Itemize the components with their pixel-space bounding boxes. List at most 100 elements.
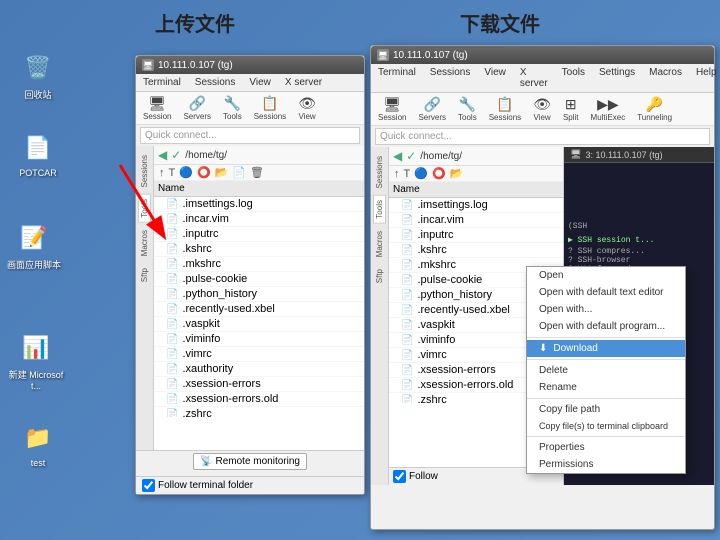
dl-tab-macros[interactable]: Macros [373, 226, 386, 262]
context-open[interactable]: Open [527, 267, 685, 284]
upload-quick-connect[interactable]: Quick connect... [140, 127, 360, 144]
upload-stb-icon2[interactable]: T [168, 167, 177, 179]
dl-stb-5[interactable]: 📂 [449, 167, 465, 180]
upload-tab-tools[interactable]: Tools [138, 194, 151, 223]
list-item[interactable]: 📄.inputrc [154, 227, 364, 242]
file-icon: 📄 [166, 394, 178, 405]
list-item[interactable]: 📄.vaspkit [154, 317, 364, 332]
file-icon: 📄 [166, 229, 178, 240]
upload-tab-sessions[interactable]: Sessions [138, 150, 151, 192]
list-item[interactable]: 📄.mkshrc [154, 257, 364, 272]
upload-tb-session[interactable]: 🖥Session [140, 94, 174, 122]
upload-stb-icon7[interactable]: 🗑 [249, 166, 265, 179]
dl-menu-xserver[interactable]: X server [517, 66, 551, 90]
dl-tb-session[interactable]: 🖥Session [375, 95, 409, 123]
upload-tb-servers[interactable]: 🔗Servers [180, 94, 214, 122]
dl-menu-macros[interactable]: Macros [646, 66, 685, 90]
download-follow-input[interactable] [393, 470, 406, 483]
context-divider-4 [527, 436, 685, 437]
dl-tb-tools[interactable]: 🔧Tools [455, 95, 480, 123]
upload-menu-sessions[interactable]: Sessions [192, 76, 239, 89]
dl-tb-sessions[interactable]: 📋Sessions [486, 95, 524, 123]
upload-tab-macros[interactable]: Macros [138, 225, 151, 261]
dl-tb-multiexec[interactable]: ▶▶MultiExec [588, 95, 629, 123]
desktop-icon-test[interactable]: 📁 test [8, 420, 68, 468]
dl-stb-4[interactable]: ⭕ [431, 167, 447, 180]
upload-tb-tools[interactable]: 🔧Tools [220, 94, 245, 122]
list-item[interactable]: 📄.zshrc [154, 407, 364, 417]
upload-menu-xserver[interactable]: X server [282, 76, 325, 89]
upload-stb-icon1[interactable]: ↑ [158, 167, 166, 179]
context-properties[interactable]: Properties [527, 439, 685, 456]
dl-tab-sessions[interactable]: Sessions [373, 151, 386, 193]
dl-tb-servers[interactable]: 🔗Servers [415, 95, 449, 123]
list-item[interactable]: 📄.pulse-cookie [154, 272, 364, 287]
dl-tab-tools[interactable]: Tools [373, 195, 386, 224]
list-item[interactable]: 📄.recently-used.xbel [154, 302, 364, 317]
dl-tb-view[interactable]: 👁View [530, 95, 554, 123]
upload-tab-sftp[interactable]: Sftp [138, 263, 151, 287]
list-item[interactable]: 📄.inputrc [389, 228, 563, 243]
dl-stb-3[interactable]: 🔵 [413, 167, 429, 180]
upload-follow-label: Follow terminal folder [158, 480, 253, 491]
context-open-default[interactable]: Open with default program... [527, 318, 685, 335]
dl-menu-terminal[interactable]: Terminal [375, 66, 419, 90]
desktop-icon-ppt[interactable]: 📊 新建 Microsoft... [6, 330, 66, 391]
list-item[interactable]: 📄.xsession-errors [154, 377, 364, 392]
context-copy-clipboard[interactable]: Copy file(s) to terminal clipboard [527, 418, 685, 434]
list-item[interactable]: 📄.incar.vim [154, 212, 364, 227]
upload-menu-terminal[interactable]: Terminal [140, 76, 184, 89]
upload-tb-sessions[interactable]: 📋Sessions [251, 94, 289, 122]
context-permissions[interactable]: Permissions [527, 456, 685, 473]
upload-stb-icon6[interactable]: 📄 [231, 166, 247, 179]
dl-tb-tunneling[interactable]: 🔑Tunneling [634, 95, 675, 123]
list-item[interactable]: 📄.xsession-errors.old [154, 392, 364, 407]
upload-follow-checkbox[interactable]: Follow terminal folder [142, 479, 253, 492]
ppt-icon: 📊 [18, 330, 54, 366]
upload-menu-view[interactable]: View [246, 76, 274, 89]
upload-remote-btn[interactable]: 📡 Remote monitoring [193, 453, 307, 470]
dl-stb-1[interactable]: ↑ [393, 168, 401, 180]
desktop-icon-huanjing[interactable]: 📝 画面应用脚本 [4, 220, 64, 271]
desktop-icon-potcar[interactable]: 📄 POTCAR [8, 130, 68, 178]
list-item[interactable]: 📄.imsettings.log [389, 198, 563, 213]
context-copy-path[interactable]: Copy file path [527, 401, 685, 418]
dl-menu-tools[interactable]: Tools [559, 66, 588, 90]
context-open-with[interactable]: Open with... [527, 301, 685, 318]
dl-menu-settings[interactable]: Settings [596, 66, 638, 90]
dl-tab-sftp[interactable]: Sftp [373, 264, 386, 288]
upload-path-arrow: ◀ [158, 148, 167, 162]
upload-stb-icon4[interactable]: ⭕ [196, 166, 212, 179]
file-icon: 📄 [401, 335, 413, 346]
download-quick-connect[interactable]: Quick connect... [375, 128, 710, 145]
file-icon: 📄 [166, 259, 178, 270]
context-open-text[interactable]: Open with default text editor [527, 284, 685, 301]
dl-menu-view[interactable]: View [481, 66, 509, 90]
dl-stb-2[interactable]: T [403, 168, 412, 180]
context-delete[interactable]: Delete [527, 362, 685, 379]
list-item[interactable]: 📄.imsettings.log [154, 197, 364, 212]
dl-menu-help[interactable]: Help [693, 66, 720, 90]
terminal-tab[interactable]: 🖥 3: 10.111.0.107 (tg) [564, 147, 714, 163]
upload-follow-input[interactable] [142, 479, 155, 492]
list-item[interactable]: 📄.kshrc [389, 243, 563, 258]
list-item[interactable]: 📄.incar.vim [389, 213, 563, 228]
list-item[interactable]: 📄.xauthority [154, 362, 364, 377]
list-item[interactable]: 📄.python_history [154, 287, 364, 302]
upload-quick-connect-placeholder: Quick connect... [145, 130, 217, 141]
upload-file-panel: Sessions Tools Macros Sftp ◀ ✓ /home/tg/… [136, 146, 364, 469]
list-item[interactable]: 📄.vimrc [154, 347, 364, 362]
file-icon: 📄 [166, 199, 178, 210]
upload-tb-view[interactable]: 👁View [295, 94, 319, 122]
list-item[interactable]: 📄.viminfo [154, 332, 364, 347]
upload-stb-icon5[interactable]: 📂 [214, 166, 230, 179]
list-item[interactable]: 📄.kshrc [154, 242, 364, 257]
upload-stb-icon3[interactable]: 🔵 [178, 166, 194, 179]
dl-tb-split[interactable]: ⊞Split [560, 95, 582, 123]
desktop-icon-recycle[interactable]: 🗑️ 回收站 [8, 50, 68, 101]
context-download[interactable]: ⬇ Download [527, 340, 685, 357]
upload-path-text: /home/tg/ [185, 150, 227, 161]
upload-small-toolbar: ↑ T 🔵 ⭕ 📂 📄 🗑 [154, 165, 364, 181]
dl-menu-sessions[interactable]: Sessions [427, 66, 474, 90]
context-rename[interactable]: Rename [527, 379, 685, 396]
